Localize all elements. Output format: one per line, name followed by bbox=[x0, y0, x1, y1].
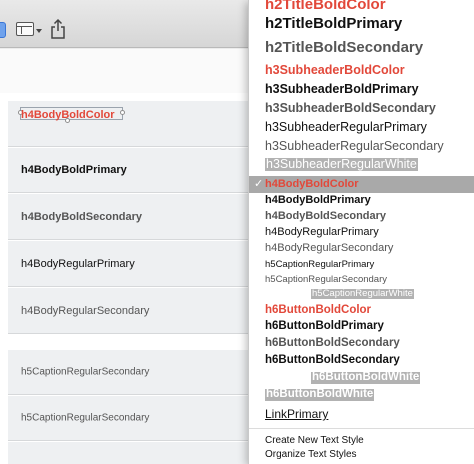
text-style-menu: h2TitleBoldColor h2TitleBoldPrimary h2Ti… bbox=[248, 0, 474, 464]
menu-item-h5-caption-regular-primary[interactable]: h5CaptionRegularPrimary bbox=[249, 258, 474, 273]
text-style-row[interactable]: h4BodyBoldPrimary bbox=[8, 148, 253, 193]
menu-item-h3-subheader-regular-white[interactable]: h3SubheaderRegularWhite bbox=[249, 156, 474, 175]
menu-item-label: LinkPrimary bbox=[265, 407, 329, 421]
menu-item-label: h3SubheaderBoldColor bbox=[265, 63, 405, 77]
menu-item-label: h4BodyBoldColor bbox=[265, 178, 359, 190]
menu-item-h3-subheader-regular-secondary[interactable]: h3SubheaderRegularSecondary bbox=[249, 137, 474, 156]
menu-item-h3-subheader-bold-color[interactable]: h3SubheaderBoldColor bbox=[249, 61, 474, 80]
text-style-row[interactable]: h5CaptionRegularSecondary bbox=[8, 396, 253, 441]
layout-frame bbox=[16, 22, 34, 36]
chevron-down-icon bbox=[36, 29, 42, 33]
menu-item-label: h3SubheaderBoldPrimary bbox=[265, 82, 419, 96]
menu-item-h2-title-bold-color[interactable]: h2TitleBoldColor bbox=[249, 0, 474, 13]
menu-item-label: h5CaptionRegularPrimary bbox=[265, 259, 375, 270]
text-style-row[interactable]: h4BodyRegularPrimary bbox=[8, 241, 253, 287]
text-style-row[interactable]: h5CaptionRegularSecondary bbox=[8, 350, 253, 395]
menu-item-link-primary[interactable]: LinkPrimary bbox=[249, 405, 474, 423]
row-label: h4BodyBoldSecondary bbox=[21, 210, 143, 223]
menu-item-label: h5CaptionRegularSecondary bbox=[265, 274, 387, 285]
row-label: h5CaptionRegularSecondary bbox=[21, 412, 150, 424]
text-style-row[interactable] bbox=[8, 442, 253, 464]
resize-handle[interactable] bbox=[120, 110, 125, 115]
share-icon[interactable] bbox=[50, 18, 66, 40]
menu-item-label: h3SubheaderBoldSecondary bbox=[265, 101, 436, 115]
sidebar-toggle-icon[interactable] bbox=[0, 22, 6, 38]
row-label: h4BodyBoldPrimary bbox=[21, 164, 127, 176]
menu-item-label: h2TitleBoldColor bbox=[265, 0, 386, 13]
menu-item-h2-title-bold-secondary[interactable]: h2TitleBoldSecondary bbox=[249, 37, 474, 59]
menu-item-h6-button-bold-secondary[interactable]: h6ButtonBoldSecondary bbox=[249, 336, 474, 353]
menu-item-h6-button-bold-color[interactable]: h6ButtonBoldColor bbox=[249, 303, 474, 319]
menu-item-label: h4BodyBoldPrimary bbox=[265, 194, 371, 206]
text-style-row[interactable]: h4BodyBoldSecondary bbox=[8, 194, 253, 240]
menu-item-h6-button-bold-secondary-2[interactable]: h6ButtonBoldSecondary bbox=[249, 353, 474, 370]
text-style-row-selected[interactable]: h4BodyBoldColor bbox=[8, 101, 253, 147]
menu-item-label: h4BodyRegularSecondary bbox=[265, 242, 394, 254]
menu-item-h3-subheader-regular-primary[interactable]: h3SubheaderRegularPrimary bbox=[249, 118, 474, 137]
section-divider bbox=[8, 334, 253, 350]
menu-item-h4-body-regular-secondary[interactable]: h4BodyRegularSecondary bbox=[249, 241, 474, 258]
menu-item-label: h4BodyRegularPrimary bbox=[265, 226, 379, 238]
checkmark-icon: ✓ bbox=[254, 178, 264, 190]
menu-item-label: h6ButtonBoldWhite bbox=[311, 371, 421, 384]
menu-item-h3-subheader-bold-secondary[interactable]: h3SubheaderBoldSecondary bbox=[249, 99, 474, 118]
menu-item-h2-title-bold-primary[interactable]: h2TitleBoldPrimary bbox=[249, 13, 474, 35]
menu-item-h6-button-bold-white-2[interactable]: h6ButtonBoldWhite bbox=[249, 387, 474, 404]
menu-action-label: Create New Text Style bbox=[265, 435, 364, 446]
row-label: h4BodyRegularSecondary bbox=[21, 304, 150, 317]
row-label: h5CaptionRegularSecondary bbox=[21, 366, 150, 378]
menu-item-label: h4BodyBoldSecondary bbox=[265, 210, 387, 222]
menu-item-h6-button-bold-primary[interactable]: h6ButtonBoldPrimary bbox=[249, 319, 474, 336]
menu-item-h6-button-bold-white[interactable]: h6ButtonBoldWhite bbox=[249, 370, 474, 387]
menu-action-create-text-style[interactable]: Create New Text Style bbox=[249, 434, 474, 448]
menu-item-h5-caption-regular-secondary[interactable]: h5CaptionRegularSecondary bbox=[249, 273, 474, 288]
menu-item-h3-subheader-bold-primary[interactable]: h3SubheaderBoldPrimary bbox=[249, 80, 474, 99]
row-label: h4BodyBoldColor bbox=[21, 109, 115, 121]
layout-icon[interactable] bbox=[16, 21, 44, 39]
menu-item-label: h3SubheaderRegularPrimary bbox=[265, 120, 427, 134]
menu-item-label: h3SubheaderRegularSecondary bbox=[265, 139, 444, 153]
menu-item-label: h6ButtonBoldSecondary bbox=[265, 354, 400, 366]
row-label: h4BodyRegularPrimary bbox=[21, 257, 135, 270]
menu-divider bbox=[249, 428, 474, 429]
text-style-row[interactable]: h4BodyRegularSecondary bbox=[8, 288, 253, 334]
menu-item-label: h6ButtonBoldSecondary bbox=[265, 337, 400, 349]
menu-item-label: h3SubheaderRegularWhite bbox=[265, 157, 418, 171]
menu-action-organize-text-styles[interactable]: Organize Text Styles bbox=[249, 448, 474, 462]
menu-item-label: h2TitleBoldPrimary bbox=[265, 15, 403, 32]
menu-item-label: h6ButtonBoldPrimary bbox=[265, 320, 384, 332]
menu-item-label: h5CaptionRegularWhite bbox=[311, 288, 414, 299]
menu-item-h4-body-bold-color[interactable]: ✓ h4BodyBoldColor bbox=[249, 176, 474, 193]
menu-item-label: h2TitleBoldSecondary bbox=[265, 39, 424, 56]
menu-item-h4-body-bold-primary[interactable]: h4BodyBoldPrimary bbox=[249, 193, 474, 209]
menu-item-h4-body-bold-secondary[interactable]: h4BodyBoldSecondary bbox=[249, 209, 474, 225]
menu-action-label: Organize Text Styles bbox=[265, 449, 357, 460]
menu-item-h4-body-regular-primary[interactable]: h4BodyRegularPrimary bbox=[249, 225, 474, 241]
menu-item-label: h6ButtonBoldColor bbox=[265, 304, 372, 316]
menu-item-h5-caption-regular-white[interactable]: h5CaptionRegularWhite bbox=[249, 288, 474, 303]
menu-item-label: h6ButtonBoldWhite bbox=[265, 388, 375, 401]
